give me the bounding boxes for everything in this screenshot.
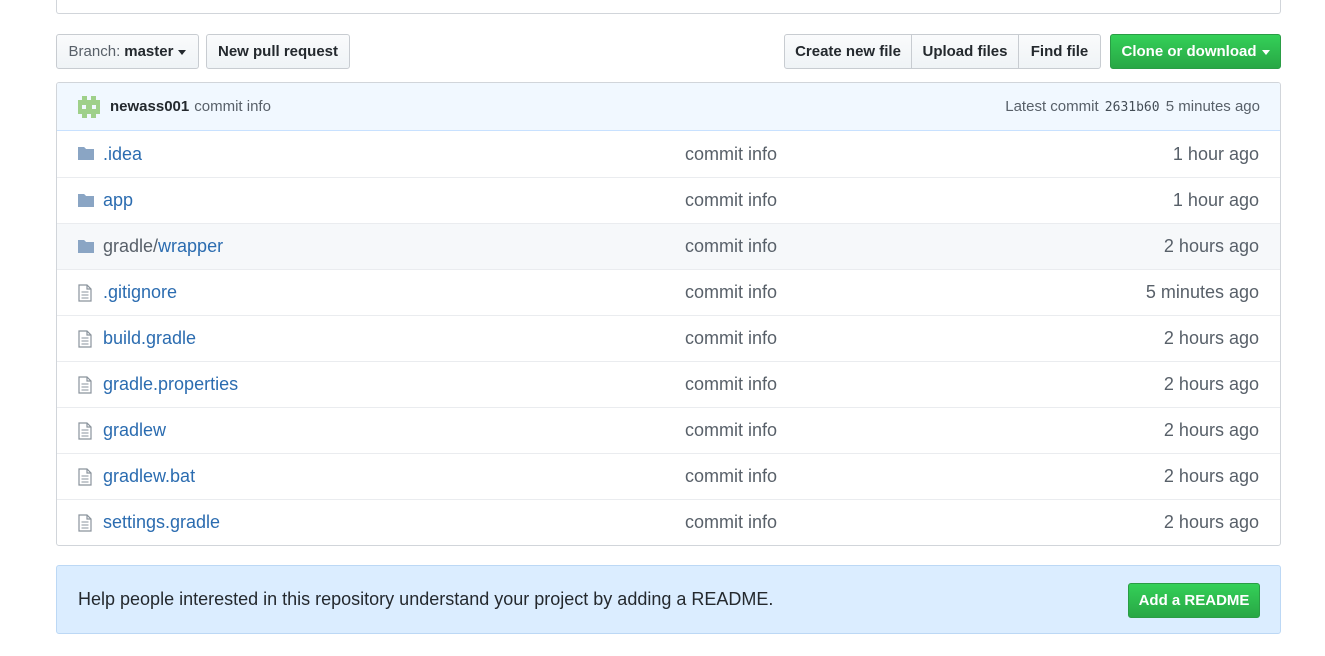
file-age: 2 hours ago	[1163, 236, 1259, 256]
file-name-link[interactable]: build.gradle	[103, 328, 196, 349]
file-age: 2 hours ago	[1163, 374, 1259, 394]
chevron-down-icon	[178, 50, 187, 55]
folder-icon	[77, 192, 95, 208]
create-new-file-button[interactable]: Create new file	[784, 34, 912, 69]
file-name[interactable]: .gitignore	[103, 282, 177, 302]
file-commit-message[interactable]: commit info	[685, 144, 777, 165]
file-commit-message[interactable]: commit info	[685, 328, 777, 349]
file-icon	[77, 468, 95, 486]
file-name-prefix[interactable]: gradle/	[103, 236, 158, 256]
file-icon	[77, 514, 95, 532]
file-name-link[interactable]: .idea	[103, 144, 142, 165]
upload-files-button[interactable]: Upload files	[911, 34, 1019, 69]
chevron-down-icon	[1261, 50, 1270, 55]
file-name[interactable]: wrapper	[158, 236, 223, 256]
file-icon	[77, 330, 95, 348]
commit-age: 5 minutes ago	[1165, 98, 1260, 115]
file-row[interactable]: settings.gradle commit info 2 hours ago	[57, 499, 1280, 545]
repo-toolbar: Branch: master New pull request Create n…	[56, 34, 1281, 69]
branch-label: Branch:	[68, 43, 121, 60]
folder-icon	[77, 238, 95, 254]
file-name-link[interactable]: settings.gradle	[103, 512, 220, 533]
readme-prompt: Help people interested in this repositor…	[56, 565, 1281, 634]
file-name-link[interactable]: app	[103, 190, 133, 211]
commit-author[interactable]: newass001	[110, 98, 189, 115]
file-row[interactable]: gradlew commit info 2 hours ago	[57, 407, 1280, 453]
commit-message[interactable]: commit info	[194, 98, 271, 115]
file-age: 2 hours ago	[1163, 466, 1259, 486]
latest-commit-info: Latest commit 2631b60 5 minutes ago	[1005, 98, 1260, 115]
clone-label: Clone or download	[1121, 43, 1257, 60]
file-commit-message[interactable]: commit info	[685, 236, 777, 257]
file-name[interactable]: .idea	[103, 144, 142, 164]
file-name[interactable]: gradlew	[103, 420, 166, 440]
file-row[interactable]: .idea commit info 1 hour ago	[57, 131, 1280, 177]
latest-commit-bar: newass001 commit info Latest commit 2631…	[57, 83, 1280, 131]
file-icon	[77, 284, 95, 302]
file-name[interactable]: settings.gradle	[103, 512, 220, 532]
add-readme-button[interactable]: Add a README	[1128, 583, 1260, 618]
new-pull-request-button[interactable]: New pull request	[206, 34, 350, 69]
file-name-link[interactable]: gradle/wrapper	[103, 236, 223, 257]
file-row[interactable]: build.gradle commit info 2 hours ago	[57, 315, 1280, 361]
file-row[interactable]: gradlew.bat commit info 2 hours ago	[57, 453, 1280, 499]
find-file-button[interactable]: Find file	[1018, 34, 1101, 69]
file-row[interactable]: gradle.properties commit info 2 hours ago	[57, 361, 1280, 407]
commit-sha[interactable]: 2631b60	[1105, 100, 1160, 115]
file-name[interactable]: build.gradle	[103, 328, 196, 348]
file-commit-message[interactable]: commit info	[685, 420, 777, 441]
file-commit-message[interactable]: commit info	[685, 374, 777, 395]
clone-or-download-button[interactable]: Clone or download	[1110, 34, 1281, 69]
file-age: 1 hour ago	[1172, 143, 1259, 164]
readme-prompt-text: Help people interested in this repositor…	[78, 589, 774, 609]
file-row[interactable]: .gitignore commit info 5 minutes ago	[57, 269, 1280, 315]
latest-commit-label: Latest commit	[1005, 98, 1099, 115]
previous-panel-edge	[56, 0, 1281, 14]
file-name[interactable]: gradle.properties	[103, 374, 238, 394]
file-commit-message[interactable]: commit info	[685, 190, 777, 211]
file-age: 2 hours ago	[1163, 328, 1259, 348]
avatar[interactable]	[78, 95, 100, 118]
file-age: 1 hour ago	[1172, 190, 1259, 210]
branch-select-button[interactable]: Branch: master	[56, 34, 199, 69]
file-commit-message[interactable]: commit info	[685, 512, 777, 533]
file-commit-message[interactable]: commit info	[685, 282, 777, 303]
file-name-link[interactable]: gradlew.bat	[103, 466, 195, 487]
file-name-link[interactable]: gradlew	[103, 420, 166, 441]
file-name-link[interactable]: gradle.properties	[103, 374, 238, 395]
file-age: 2 hours ago	[1163, 420, 1259, 440]
file-name-link[interactable]: .gitignore	[103, 282, 177, 303]
file-age: 5 minutes ago	[1145, 282, 1259, 302]
file-name[interactable]: gradlew.bat	[103, 466, 195, 486]
file-list: newass001 commit info Latest commit 2631…	[56, 82, 1281, 546]
file-icon	[77, 422, 95, 440]
folder-icon	[77, 145, 95, 161]
file-icon	[77, 376, 95, 394]
file-age: 2 hours ago	[1163, 512, 1259, 532]
file-row[interactable]: app commit info 1 hour ago	[57, 177, 1280, 223]
file-actions-group: Create new file Upload files Find file	[784, 34, 1101, 69]
branch-value: master	[124, 43, 174, 60]
file-commit-message[interactable]: commit info	[685, 466, 777, 487]
file-name[interactable]: app	[103, 190, 133, 210]
file-row[interactable]: gradle/wrapper commit info 2 hours ago	[57, 223, 1280, 269]
